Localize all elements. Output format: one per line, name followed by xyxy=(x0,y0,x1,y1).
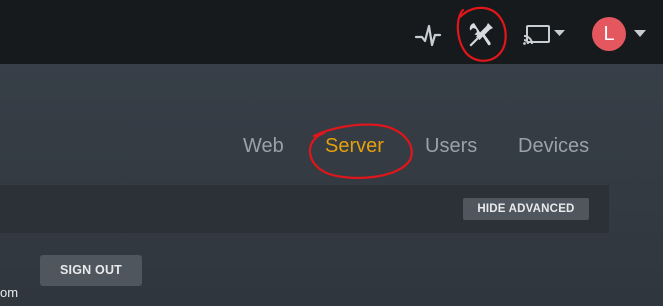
activity-icon[interactable] xyxy=(414,21,442,49)
avatar[interactable]: L xyxy=(592,17,626,51)
tab-users[interactable]: Users xyxy=(425,132,477,160)
settings-page: L Web Server Users Devices HIDE ADVANCED… xyxy=(0,0,663,306)
sign-out-button[interactable]: SIGN OUT xyxy=(40,255,142,286)
tab-web[interactable]: Web xyxy=(243,132,284,160)
cast-icon[interactable] xyxy=(522,22,568,48)
top-bar: L xyxy=(0,0,663,64)
chevron-down-icon[interactable] xyxy=(634,30,646,37)
wrench-screwdriver-icon[interactable] xyxy=(466,20,496,50)
user-menu[interactable]: L xyxy=(592,17,650,53)
account-email-text: om xyxy=(0,285,19,300)
settings-tabs: Web Server Users Devices xyxy=(0,132,663,162)
tab-server[interactable]: Server xyxy=(325,132,384,160)
tab-devices[interactable]: Devices xyxy=(518,132,589,160)
hide-advanced-button[interactable]: HIDE ADVANCED xyxy=(463,198,589,220)
